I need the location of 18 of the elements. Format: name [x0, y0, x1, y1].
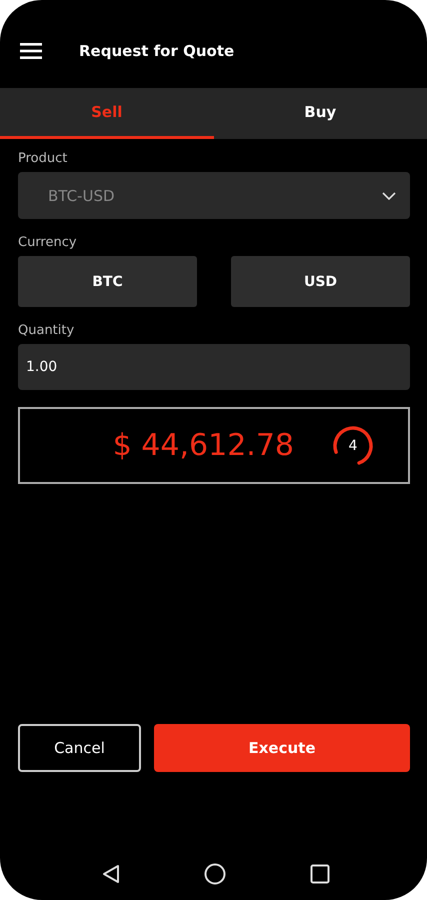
home-icon[interactable]: [204, 863, 226, 885]
product-dropdown[interactable]: BTC-USD: [18, 172, 410, 219]
back-icon[interactable]: [102, 864, 120, 884]
field-label: Currency: [18, 235, 78, 250]
recents-icon[interactable]: [310, 864, 330, 884]
tab[interactable]: Buy: [214, 88, 427, 139]
cancel-button[interactable]: Cancel: [18, 724, 141, 772]
quote-price: $ 44,612.78: [112, 428, 294, 463]
execute-button[interactable]: Execute: [154, 724, 410, 772]
currency-button[interactable]: BTC: [18, 256, 197, 307]
currency-button[interactable]: USD: [231, 256, 410, 307]
chevron-down-icon: [382, 192, 396, 200]
field-label: Quantity: [18, 323, 76, 338]
quantity-field[interactable]: 1.00: [18, 344, 410, 390]
menu-icon[interactable]: [20, 43, 42, 59]
tab[interactable]: Sell: [0, 88, 214, 139]
screen-title: Request for Quote: [79, 42, 234, 60]
field-label: Product: [18, 151, 68, 166]
